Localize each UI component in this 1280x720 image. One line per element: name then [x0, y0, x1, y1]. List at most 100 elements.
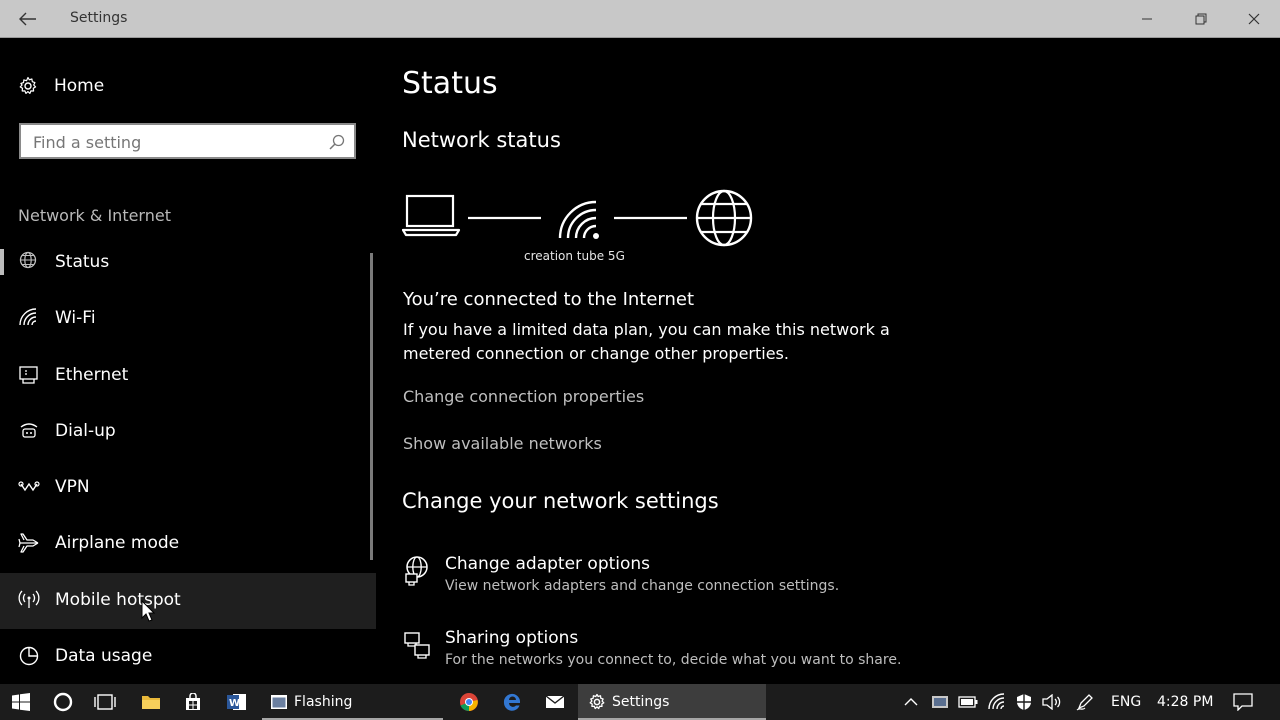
- file-explorer-button[interactable]: [130, 684, 172, 720]
- chrome-button[interactable]: [448, 684, 490, 720]
- wifi-icon: [19, 308, 37, 326]
- taskbar-app-label: Settings: [612, 694, 670, 710]
- hotspot-icon: [18, 590, 40, 608]
- search-box[interactable]: [19, 123, 356, 159]
- network-status-heading: Network status: [402, 128, 561, 152]
- speaker-icon: [1042, 694, 1061, 710]
- section-label: Network & Internet: [18, 206, 171, 225]
- sidebar-item-vpn[interactable]: VPN: [0, 460, 376, 516]
- taskbar-app-label: Flashing: [294, 694, 353, 710]
- restore-button[interactable]: [1178, 4, 1224, 34]
- page-title: Status: [402, 66, 498, 101]
- edge-icon: [503, 693, 520, 711]
- back-button[interactable]: [14, 8, 42, 30]
- sharing-options[interactable]: Sharing options For the networks you con…: [402, 628, 1102, 676]
- tray-app-icon: [932, 696, 948, 708]
- sidebar-nav: Status Wi-Fi Ethernet Dial-up VPN Airpla…: [0, 235, 376, 685]
- network-tray-button[interactable]: [985, 684, 1009, 720]
- task-view-button[interactable]: [84, 684, 126, 720]
- mail-icon: [545, 695, 565, 708]
- windows-logo-icon: [12, 693, 30, 711]
- network-name: creation tube 5G: [524, 249, 625, 263]
- action-center-button[interactable]: [1230, 684, 1256, 720]
- sidebar-item-label: Airplane mode: [55, 533, 180, 554]
- wifi-signal-icon: [558, 200, 599, 239]
- task-view-icon: [94, 694, 116, 710]
- laptop-icon: [402, 194, 461, 237]
- globe-internet-icon: [695, 189, 753, 247]
- home-label: Home: [54, 76, 105, 96]
- option-title: Sharing options: [445, 628, 579, 648]
- notification-icon: [1233, 693, 1253, 711]
- dialup-icon: [20, 423, 38, 438]
- sidebar-item-label: Mobile hotspot: [55, 589, 181, 610]
- sidebar-item-dialup[interactable]: Dial-up: [0, 404, 376, 460]
- clock[interactable]: 4:28 PM: [1157, 694, 1213, 710]
- wifi-tray-icon: [988, 693, 1005, 710]
- option-description: View network adapters and change connect…: [445, 578, 840, 594]
- ethernet-icon: [19, 365, 38, 384]
- sidebar-item-label: Status: [55, 252, 110, 272]
- mail-button[interactable]: [534, 684, 576, 720]
- change-adapter-options[interactable]: Change adapter options View network adap…: [402, 554, 1102, 602]
- start-button[interactable]: [0, 684, 42, 720]
- tray-app-button[interactable]: [928, 684, 952, 720]
- sidebar-item-status[interactable]: Status: [0, 235, 376, 291]
- title-bar: Settings: [0, 0, 1280, 38]
- window-title: Settings: [70, 10, 128, 26]
- sidebar-item-label: Data usage: [55, 646, 153, 667]
- battery-button[interactable]: [956, 684, 980, 720]
- data-usage-icon: [19, 646, 39, 666]
- folder-icon: [142, 696, 160, 709]
- minimize-button[interactable]: [1124, 4, 1170, 34]
- svg-text:W: W: [229, 698, 240, 709]
- store-bag-icon: [186, 693, 200, 710]
- connected-description: If you have a limited data plan, you can…: [403, 320, 890, 363]
- app-window-icon: [271, 695, 287, 709]
- chevron-up-icon: [904, 698, 918, 706]
- battery-icon: [958, 696, 978, 708]
- back-arrow-icon: [19, 12, 36, 26]
- show-available-networks-link[interactable]: Show available networks: [403, 434, 602, 453]
- taskbar-app-settings[interactable]: Settings: [578, 684, 766, 720]
- sidebar-item-mobile-hotspot[interactable]: Mobile hotspot: [0, 572, 376, 630]
- sidebar-item-wifi[interactable]: Wi-Fi: [0, 291, 376, 347]
- sidebar: Home Network & Internet Status Wi-Fi Eth…: [0, 38, 376, 684]
- close-button[interactable]: [1231, 4, 1277, 34]
- pen-icon: [1076, 694, 1093, 711]
- home-link[interactable]: Home: [18, 74, 104, 98]
- store-button[interactable]: [172, 684, 214, 720]
- taskbar-app-flashing[interactable]: Flashing: [262, 684, 443, 720]
- sidebar-item-airplane[interactable]: Airplane mode: [0, 516, 376, 572]
- change-connection-properties-link[interactable]: Change connection properties: [403, 387, 644, 406]
- connected-heading: You’re connected to the Internet: [403, 289, 695, 310]
- gear-icon: [19, 76, 37, 94]
- airplane-icon: [18, 533, 39, 554]
- word-icon: W: [227, 694, 246, 710]
- mouse-cursor-icon: [141, 600, 155, 622]
- search-icon[interactable]: [328, 133, 346, 151]
- word-button[interactable]: W: [216, 684, 258, 720]
- sidebar-item-data-usage[interactable]: Data usage: [0, 629, 376, 685]
- sharing-icon: [404, 632, 430, 659]
- restore-icon: [1195, 13, 1207, 25]
- cortana-button[interactable]: [42, 684, 84, 720]
- edge-button[interactable]: [491, 684, 533, 720]
- volume-button[interactable]: [1040, 684, 1064, 720]
- language-indicator[interactable]: ENG: [1111, 694, 1141, 710]
- close-icon: [1248, 13, 1260, 25]
- show-hidden-icons-button[interactable]: [898, 684, 924, 720]
- settings-gear-icon: [589, 693, 605, 710]
- sidebar-item-label: Wi-Fi: [55, 308, 96, 329]
- option-description: For the networks you connect to, decide …: [445, 652, 902, 668]
- pen-workspace-button[interactable]: [1073, 684, 1097, 720]
- main-content: Status Network status creation tube 5G Y…: [376, 38, 1280, 684]
- shield-icon: [1017, 694, 1031, 710]
- search-input[interactable]: [33, 131, 323, 153]
- sidebar-item-label: Ethernet: [55, 364, 129, 385]
- security-tray-button[interactable]: [1012, 684, 1036, 720]
- sidebar-item-ethernet[interactable]: Ethernet: [0, 348, 376, 404]
- sidebar-scrollbar[interactable]: [370, 253, 373, 560]
- taskbar: W Flashing Settings ENG 4:28 PM: [0, 684, 1280, 720]
- sidebar-item-label: VPN: [55, 477, 90, 498]
